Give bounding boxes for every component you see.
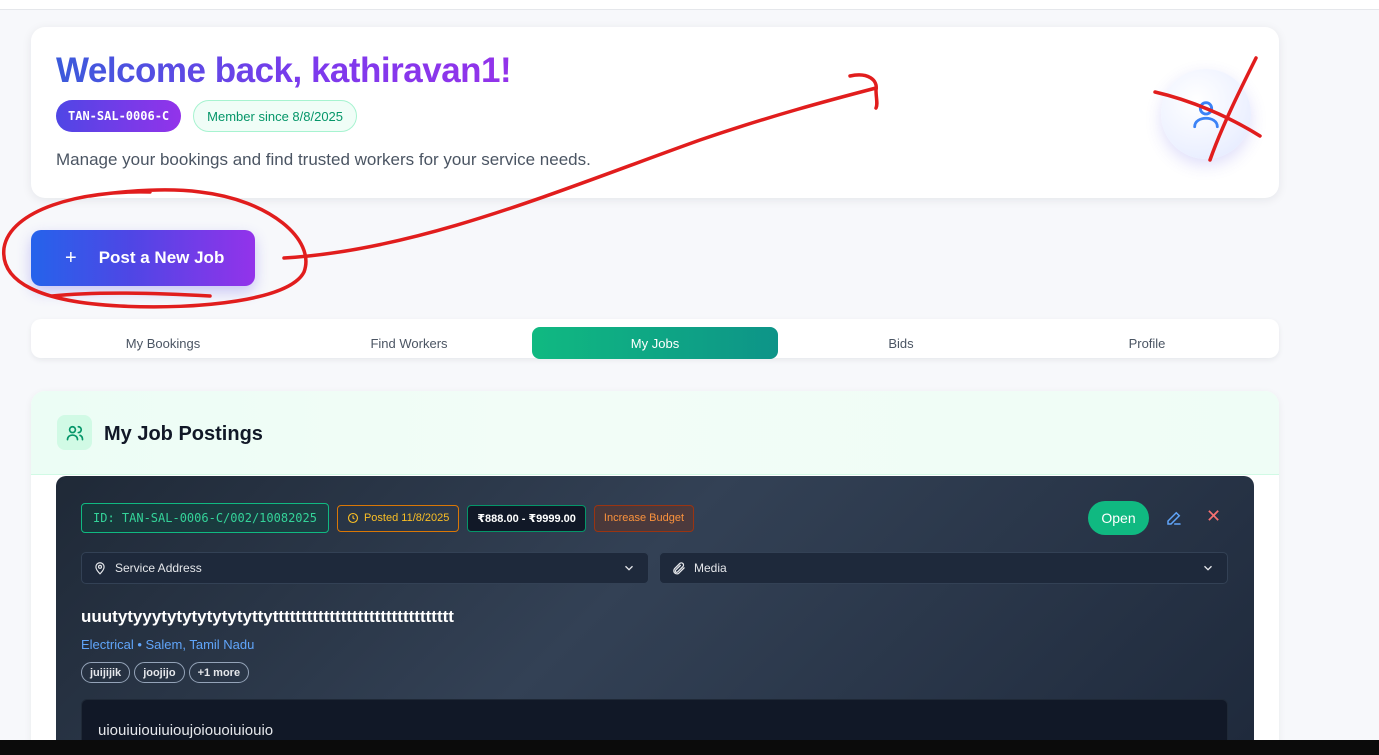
posted-date-text: Posted 11/8/2025 (363, 512, 450, 524)
welcome-subtitle: Manage your bookings and find trusted wo… (56, 150, 591, 169)
more-tags-chip[interactable]: +1 more (188, 662, 250, 683)
job-tag: juijijik (81, 662, 131, 683)
job-id-badge: ID: TAN-SAL-0006-C/002/10082025 (81, 503, 329, 533)
job-meta-row: ID: TAN-SAL-0006-C/002/10082025 Posted 1… (81, 503, 695, 533)
job-postings-title: My Job Postings (104, 423, 263, 445)
users-icon (57, 415, 92, 450)
annotation-underline (50, 291, 212, 298)
service-address-dropdown[interactable]: Service Address (81, 552, 649, 584)
tab-bids[interactable]: Bids (778, 327, 1024, 359)
service-address-label: Service Address (115, 561, 202, 575)
bottom-bar (0, 740, 1379, 755)
job-card: ID: TAN-SAL-0006-C/002/10082025 Posted 1… (56, 476, 1254, 755)
map-pin-icon (95, 562, 105, 575)
paperclip-icon (673, 561, 685, 574)
badge-row: TAN-SAL-0006-C Member since 8/8/2025 (56, 100, 358, 132)
welcome-card: Welcome back, kathiravan1! TAN-SAL-0006-… (31, 27, 1279, 198)
media-label: Media (694, 561, 727, 575)
job-postings-header: My Job Postings (31, 391, 1279, 475)
post-new-job-button[interactable]: + Post a New Job (31, 230, 255, 286)
tab-profile[interactable]: Profile (1024, 327, 1270, 359)
job-postings-section: My Job Postings ID: TAN-SAL-0006-C/002/1… (31, 391, 1279, 755)
status-badge: Open (1088, 501, 1149, 535)
avatar[interactable] (1161, 69, 1251, 159)
job-title: uuutytyyytytytytytytyttytttttttttttttttt… (81, 607, 454, 626)
price-range-badge: ₹888.00 - ₹9999.00 (467, 504, 586, 532)
chevron-down-icon (1204, 565, 1212, 571)
post-new-job-label: Post a New Job (98, 248, 225, 267)
job-description: uiouiuiouiuioujoiouoiuiouio (98, 722, 274, 739)
job-tag: joojijo (134, 662, 185, 683)
tab-my-jobs[interactable]: My Jobs (532, 327, 778, 359)
welcome-title: Welcome back, kathiravan1! (56, 51, 512, 90)
delete-job-icon[interactable]: ✕ (1206, 507, 1221, 525)
clock-icon (347, 512, 359, 524)
user-code-badge: TAN-SAL-0006-C (56, 100, 182, 132)
tab-my-bookings[interactable]: My Bookings (40, 327, 286, 359)
tab-bar: My Bookings Find Workers My Jobs Bids Pr… (31, 319, 1279, 359)
plus-icon: + (65, 246, 77, 269)
edit-icon[interactable] (1165, 509, 1183, 527)
increase-budget-button[interactable]: Increase Budget (593, 504, 695, 532)
tab-find-workers[interactable]: Find Workers (286, 327, 532, 359)
posted-date-badge: Posted 11/8/2025 (336, 504, 460, 532)
user-icon (1193, 101, 1219, 129)
job-category-location: Electrical • Salem, Tamil Nadu (81, 637, 255, 652)
top-bar (0, 0, 1379, 10)
member-since-badge: Member since 8/8/2025 (193, 100, 358, 132)
media-dropdown[interactable]: Media (659, 552, 1228, 584)
job-tags: juijijik joojijo +1 more (81, 662, 250, 683)
chevron-down-icon (625, 565, 633, 571)
